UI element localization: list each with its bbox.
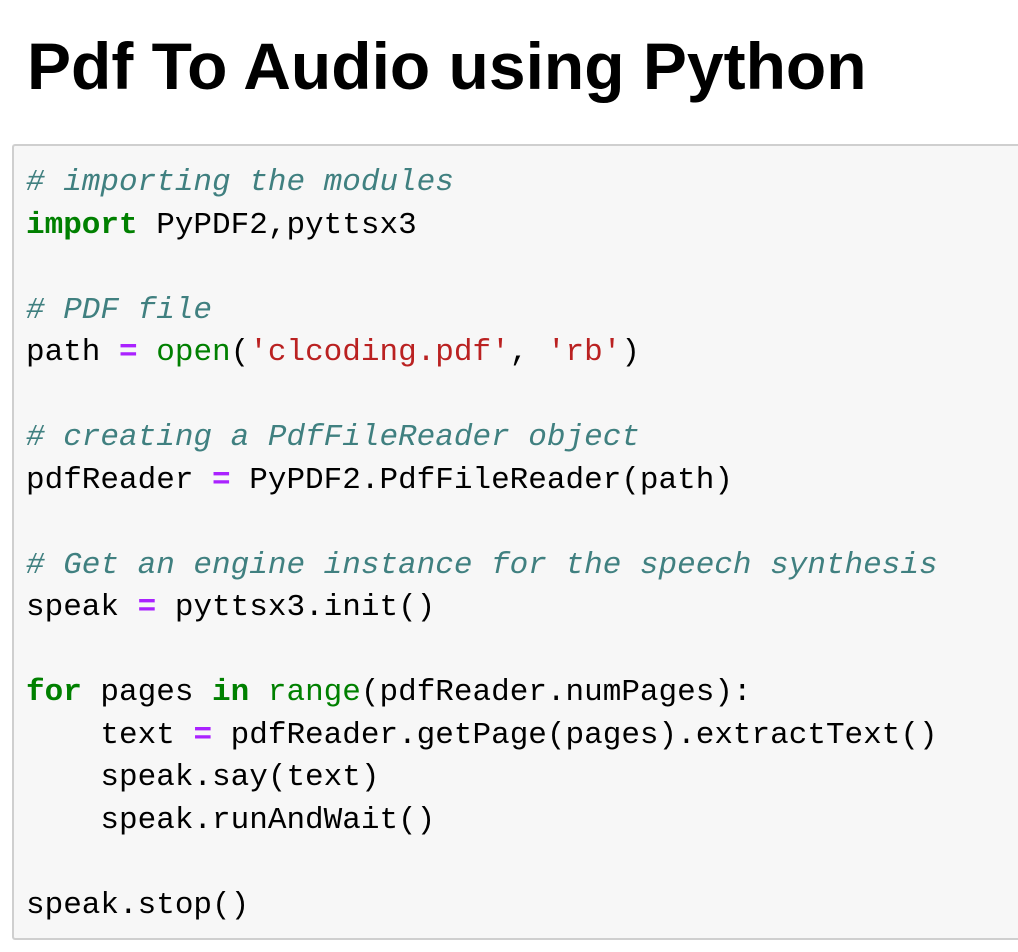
code-line: # PDF file [26, 290, 938, 333]
code-token-plain: path [26, 335, 120, 370]
code-token-string: 'clcoding.pdf' [249, 335, 510, 370]
code-token-operator: = [137, 590, 157, 625]
code-token-operator: = [212, 462, 231, 498]
code-token-comment: # creating a PdfFileReader object [26, 420, 640, 455]
code-token-comment: # PDF file [26, 292, 213, 328]
code-token-plain: ) [621, 335, 640, 370]
code-token-plain: speak [26, 590, 138, 625]
code-line: speak.stop() [26, 885, 938, 928]
code-token-plain: ( [230, 335, 250, 370]
code-line: speak.say(text) [26, 757, 938, 800]
code-line: pdfReader = PyPDF2.PdfFileReader(path) [26, 460, 938, 503]
code-cell[interactable]: # importing the modules import PyPDF2,pyt… [12, 144, 1018, 940]
code-token-keyword: in [212, 675, 250, 710]
code-line: speak = pyttsx3.init() [26, 587, 938, 630]
code-line: # creating a PdfFileReader object [26, 417, 938, 460]
code-line: # importing the modules [26, 162, 938, 205]
code-token-plain: text [26, 717, 194, 753]
code-content: # importing the modules import PyPDF2,pyt… [26, 162, 938, 927]
code-token-comment: # importing the modules [26, 165, 454, 200]
code-token-operator: = [119, 335, 138, 370]
code-token-keyword: for [26, 675, 82, 710]
code-token-plain: pdfReader.getPage(pages).extractText() [212, 717, 938, 753]
code-line: text = pdfReader.getPage(pages).extractT… [26, 715, 938, 758]
page-title: Pdf To Audio using Python [27, 29, 867, 103]
code-line: # Get an engine instance for the speech … [26, 545, 938, 588]
code-token-plain: speak.stop() [26, 887, 250, 923]
code-line: for pages in range(pdfReader.numPages): [26, 672, 938, 715]
code-token-builtin: open [156, 335, 231, 370]
code-token-plain: speak.say(text) [26, 760, 380, 795]
code-token-plain: pages [81, 675, 213, 710]
code-token-builtin: range [267, 675, 361, 710]
code-token-comment: # Get an engine instance for the speech … [26, 547, 938, 583]
code-line: import PyPDF2,pyttsx3 [26, 205, 938, 248]
code-token-string: 'rb' [546, 335, 622, 370]
code-block[interactable]: # importing the modules import PyPDF2,pyt… [26, 162, 938, 927]
code-token-operator: = [193, 717, 213, 753]
code-token-plain: pyttsx3.init() [156, 590, 436, 625]
code-line: speak.runAndWait() [26, 800, 938, 843]
code-token-plain: (pdfReader.numPages): [360, 675, 752, 710]
code-token-plain: pdfReader [26, 462, 213, 498]
code-token-plain: , [509, 335, 547, 370]
code-token-plain: PyPDF2,pyttsx3 [137, 207, 417, 243]
code-token-keyword: import [26, 207, 138, 243]
code-token-plain: PyPDF2.PdfFileReader(path) [230, 462, 733, 498]
code-token-plain: speak.runAndWait() [26, 802, 436, 838]
code-line: path = open('clcoding.pdf', 'rb') [26, 332, 938, 375]
